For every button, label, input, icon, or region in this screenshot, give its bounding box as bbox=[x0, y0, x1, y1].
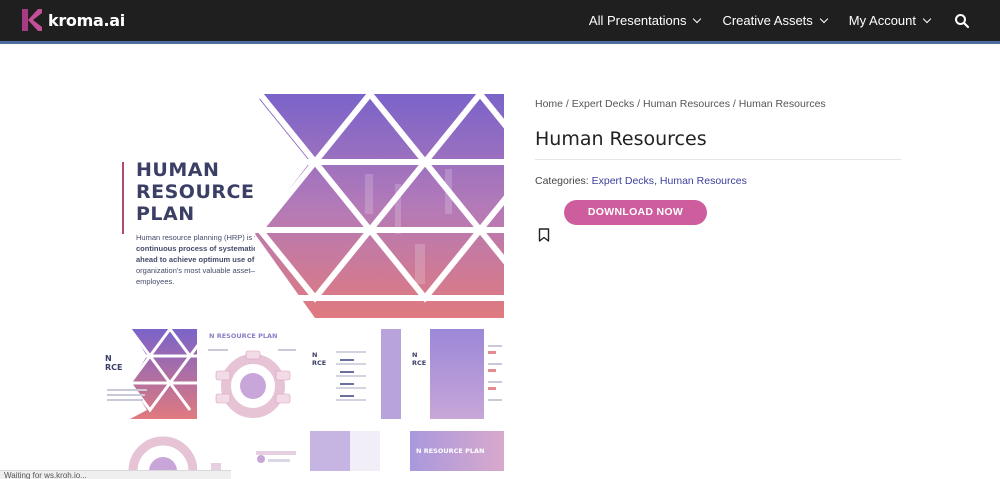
thumbnail-2-art bbox=[208, 349, 296, 418]
breadcrumb-home[interactable]: Home bbox=[535, 98, 563, 110]
thumbnail-3-art bbox=[336, 329, 401, 419]
thumbnail-4-art bbox=[430, 329, 502, 419]
breadcrumb-current: Human Resources bbox=[738, 98, 826, 110]
breadcrumb-separator: / bbox=[634, 98, 643, 110]
breadcrumb-separator: / bbox=[563, 98, 572, 110]
thumbnail-5-art bbox=[128, 436, 197, 471]
nav-label: All Presentations bbox=[588, 13, 687, 28]
page-title: Human Resources bbox=[535, 128, 707, 150]
logo-text: kroma.ai bbox=[48, 10, 125, 30]
chevron-down-icon bbox=[693, 14, 702, 24]
nav-label: My Account bbox=[848, 13, 916, 28]
thumbnail-6[interactable] bbox=[206, 431, 299, 471]
breadcrumb-expert-decks[interactable]: Expert Decks bbox=[572, 98, 634, 110]
thumbnail-8[interactable]: N RESOURCE PLAN bbox=[410, 431, 504, 471]
hero-triangle-collage bbox=[255, 94, 504, 318]
main-nav: All Presentations Creative Assets My Acc… bbox=[567, 0, 970, 41]
chevron-down-icon bbox=[819, 14, 829, 24]
nav-all-presentations[interactable]: All Presentations bbox=[588, 13, 702, 28]
thumbnail-7[interactable] bbox=[308, 431, 401, 471]
thumb-text: RCE bbox=[105, 363, 123, 372]
search-icon[interactable] bbox=[954, 13, 970, 29]
thumb-text: RCE bbox=[412, 359, 427, 367]
thumbnail-4-title: N RCE bbox=[412, 351, 426, 367]
categories-label: Categories: bbox=[535, 175, 589, 187]
breadcrumb-separator: / bbox=[729, 98, 739, 110]
nav-my-account[interactable]: My Account bbox=[848, 13, 932, 28]
thumbnail-7-art bbox=[310, 431, 380, 471]
category-link-human-resources[interactable]: Human Resources bbox=[660, 175, 747, 187]
thumbnail-1-art bbox=[105, 329, 197, 419]
bookmark-icon[interactable] bbox=[538, 228, 550, 242]
hero-desc-text: Human resource planning (HRP) is bbox=[136, 233, 255, 242]
chevron-down-icon bbox=[922, 14, 932, 24]
site-header: kroma.ai All Presentations Creative Asse… bbox=[0, 0, 1000, 44]
thumbnail-1[interactable]: N RCE bbox=[105, 329, 197, 419]
category-link-expert-decks[interactable]: Expert Decks bbox=[592, 175, 654, 187]
breadcrumb: Home / Expert Decks / Human Resources / … bbox=[535, 98, 826, 110]
product-main-image[interactable]: HUMAN RESOURCE PLAN Human resource plann… bbox=[105, 94, 504, 318]
download-button[interactable]: DOWNLOAD NOW bbox=[564, 200, 707, 225]
categories: Categories: Expert Decks, Human Resource… bbox=[535, 175, 747, 187]
browser-status-bar: Waiting for ws.kroh.io... bbox=[0, 470, 231, 479]
thumbnail-4[interactable]: N RCE bbox=[410, 329, 504, 419]
thumb-text: N bbox=[105, 354, 112, 363]
nav-creative-assets[interactable]: Creative Assets bbox=[722, 13, 829, 28]
divider bbox=[535, 159, 901, 160]
hero-accent-bar bbox=[122, 162, 124, 234]
thumbnail-5[interactable] bbox=[105, 431, 197, 471]
kroma-logo-icon bbox=[22, 9, 42, 31]
thumbnail-3[interactable]: N RCE bbox=[308, 329, 401, 419]
thumbnail-6-art bbox=[211, 451, 296, 471]
logo[interactable]: kroma.ai bbox=[22, 9, 125, 31]
thumbnail-2[interactable]: N RESOURCE PLAN bbox=[206, 329, 299, 419]
thumb-text: N bbox=[412, 351, 418, 359]
nav-label: Creative Assets bbox=[722, 13, 813, 28]
breadcrumb-human-resources[interactable]: Human Resources bbox=[643, 98, 730, 110]
thumbnail-8-title: N RESOURCE PLAN bbox=[416, 447, 485, 455]
thumbnail-1-title: N RCE bbox=[105, 354, 123, 372]
